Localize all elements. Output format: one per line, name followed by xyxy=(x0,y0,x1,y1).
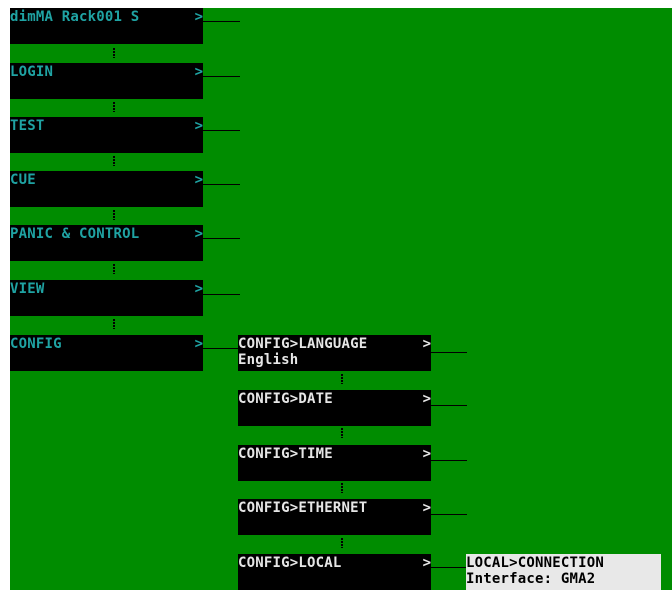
connector-line xyxy=(203,184,240,185)
menu-item-config[interactable]: CONFIG > xyxy=(10,335,203,371)
connector-dots xyxy=(341,538,343,548)
submenu-item-label: CONFIG>LANGUAGE xyxy=(238,336,368,352)
chevron-right-icon: > xyxy=(194,336,203,352)
chevron-right-icon: > xyxy=(422,446,431,462)
menu-item-label: CUE xyxy=(10,172,36,188)
menu-item-login[interactable]: LOGIN > xyxy=(10,63,203,99)
chevron-right-icon: > xyxy=(422,500,431,516)
menu-screen: dimMA Rack001 S > LOGIN > TEST > CUE > P… xyxy=(10,8,672,590)
chevron-right-icon: > xyxy=(194,172,203,188)
menu-item-cue[interactable]: CUE > xyxy=(10,171,203,207)
connector-line xyxy=(431,514,467,515)
connector-dots xyxy=(113,264,115,274)
chevron-right-icon: > xyxy=(194,226,203,242)
connector-line xyxy=(431,405,467,406)
chevron-right-icon: > xyxy=(194,118,203,134)
connector-line xyxy=(203,348,240,349)
menu-item-test[interactable]: TEST > xyxy=(10,117,203,153)
chevron-right-icon: > xyxy=(422,336,431,352)
connector-line xyxy=(203,21,240,22)
submenu-item-label: CONFIG>TIME xyxy=(238,446,333,462)
chevron-right-icon: > xyxy=(422,555,431,571)
chevron-right-icon: > xyxy=(194,9,203,25)
submenu-item-label: CONFIG>DATE xyxy=(238,391,333,407)
menu-item-label: LOGIN xyxy=(10,64,54,80)
connector-line xyxy=(431,567,467,568)
chevron-right-icon: > xyxy=(194,281,203,297)
connector-dots xyxy=(113,210,115,220)
chevron-right-icon: > xyxy=(194,64,203,80)
chevron-right-icon: > xyxy=(422,391,431,407)
submenu-item-date[interactable]: CONFIG>DATE > xyxy=(238,390,431,426)
connector-dots xyxy=(341,374,343,384)
connector-line xyxy=(203,76,240,77)
menu-item-view[interactable]: VIEW > xyxy=(10,280,203,316)
connector-line xyxy=(431,460,467,461)
connector-dots xyxy=(341,483,343,493)
connector-dots xyxy=(113,102,115,112)
submenu-item-label: CONFIG>ETHERNET xyxy=(238,500,368,516)
submenu-item-time[interactable]: CONFIG>TIME > xyxy=(238,445,431,481)
submenu-item-value: English xyxy=(238,352,299,368)
local-connection-item[interactable]: LOCAL>CONNECTION Interface: GMA2 xyxy=(466,554,661,590)
connector-dots xyxy=(341,428,343,438)
menu-item-panic-control[interactable]: PANIC & CONTROL > xyxy=(10,225,203,261)
local-connection-label: LOCAL>CONNECTION xyxy=(466,555,605,571)
connector-dots xyxy=(113,319,115,329)
submenu-item-ethernet[interactable]: CONFIG>ETHERNET > xyxy=(238,499,431,535)
submenu-item-language[interactable]: CONFIG>LANGUAGE > English xyxy=(238,335,431,371)
connector-line xyxy=(203,238,240,239)
menu-item-label: CONFIG xyxy=(10,336,62,352)
menu-header-rack[interactable]: dimMA Rack001 S > xyxy=(10,8,203,44)
connector-line xyxy=(203,294,240,295)
connector-line xyxy=(431,352,467,353)
menu-item-label: TEST xyxy=(10,118,45,134)
connector-line xyxy=(203,130,240,131)
menu-item-label: VIEW xyxy=(10,281,45,297)
menu-item-label: PANIC & CONTROL xyxy=(10,226,140,242)
connector-dots xyxy=(113,48,115,58)
connector-dots xyxy=(113,156,115,166)
submenu-item-label: CONFIG>LOCAL xyxy=(238,555,342,571)
local-connection-value: Interface: GMA2 xyxy=(466,571,596,587)
submenu-item-local[interactable]: CONFIG>LOCAL > xyxy=(238,554,431,590)
menu-header-label: dimMA Rack001 S xyxy=(10,9,140,25)
